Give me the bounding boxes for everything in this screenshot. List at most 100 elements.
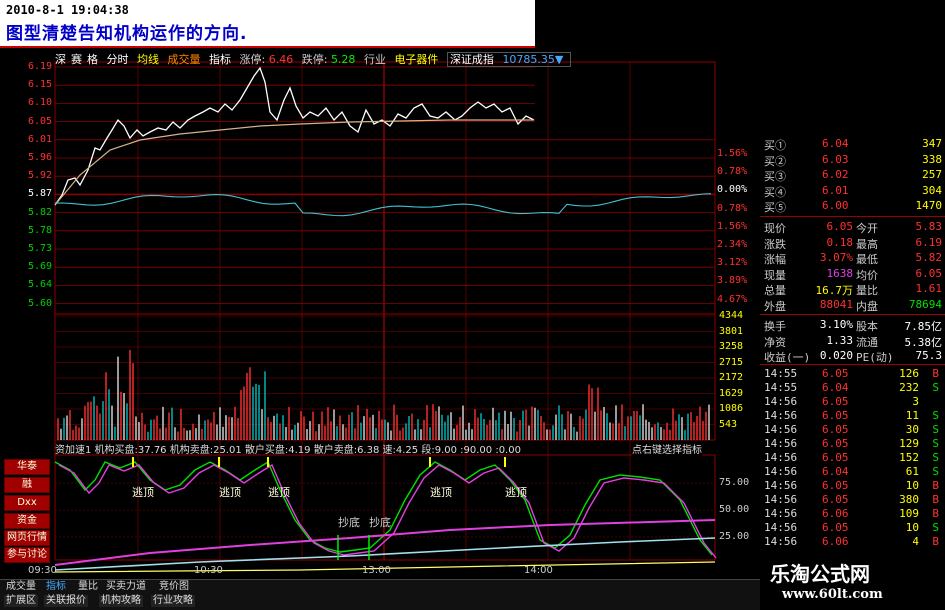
percent-axis-label: 4.67% [717,293,748,305]
stat-key: 收益(一) [764,351,811,364]
tick-volume: 380 [899,493,919,506]
quote-key: 内盘 [856,299,878,313]
indicator-hint[interactable]: 点右键选择指标 [632,441,702,456]
tick-side: S [932,381,939,394]
volume-axis-label: 1629 [719,387,744,399]
quote-key: 涨幅 [764,253,786,266]
tick-row: 14:56 6.05 3 [760,395,945,410]
tick-price: 6.05 [822,367,849,380]
percent-axis-label: 3.89% [717,275,748,287]
tick-row: 14:56 6.05 129 S [760,437,945,452]
tab-institution[interactable]: 机构攻略 [99,595,143,607]
bid-price: 6.02 [822,168,849,181]
stat-key: 换手 [764,320,786,333]
chart-lines [54,66,717,573]
quote-value: 6.05 [826,220,854,233]
quote-value: 5.82 [915,251,943,264]
side-btn-huatai[interactable]: 华泰 [4,459,50,475]
escape-top-label-2: 逃顶 [219,486,241,499]
side-btn-dxx[interactable]: Dxx [4,495,50,511]
tick-row: 14:56 6.05 152 S [760,451,945,466]
tick-time: 14:56 [764,451,798,464]
bid-label: 买③ [764,170,786,183]
side-btn-web-quotes[interactable]: 网页行情 [4,530,50,546]
tick-volume: 232 [899,381,919,394]
bid-row: 买④ 6.01 304 [760,184,945,199]
percent-axis-label: 2.34% [717,239,748,250]
stat-value: 5.38亿 [904,335,943,349]
quote-key: 涨跌 [764,237,786,251]
tick-row: 14:55 6.05 126 B [760,367,945,382]
tick-volume: 11 [905,409,919,422]
stat-value: 0.020 [819,349,853,362]
tick-price: 6.04 [822,381,849,394]
price-line [54,66,535,206]
bid-volume: 1470 [915,199,943,212]
stat-value: 3.10% [819,318,853,331]
header-indicator[interactable]: 指标 [209,53,231,66]
side-btn-funds[interactable]: 资金 [4,513,50,529]
bid-price: 6.00 [822,199,849,212]
tab-extension[interactable]: 扩展区 [4,595,38,607]
tick-row: 14:56 6.05 11 S [760,409,945,424]
stat-key: 净资 [764,335,786,349]
side-btn-discuss[interactable]: 参与讨论 [4,547,50,563]
header-index-name: 深证成指 [449,53,494,66]
bid-row: 买① 6.04 347 [760,137,945,152]
tick-time: 14:56 [764,535,798,548]
time-label-1300: 13:00 [362,565,391,576]
tab-volume-ratio[interactable]: 量比 [76,581,100,593]
stat-key: PE(动) [856,351,894,364]
stat-key: 股本 [856,320,878,333]
header-fenshi[interactable]: 分时 [107,53,129,66]
tick-row: 14:56 6.05 30 S [760,423,945,438]
quote-value: 1638 [826,266,854,280]
bid-volume: 257 [922,168,942,181]
tick-time: 14:56 [764,465,798,478]
header-industry-label: 行业 [363,53,386,66]
tick-volume: 4 [912,535,919,548]
price-axis-label: 5.92 [28,170,53,182]
tick-side: S [932,451,939,464]
tick-side: B [932,479,939,492]
tab-buy-sell-force[interactable]: 买卖力道 [104,581,148,593]
price-axis-label: 5.69 [28,261,53,273]
side-btn-rong[interactable]: 融 [4,477,50,493]
header-volume[interactable]: 成交量 [168,53,201,66]
quote-value: 16.7万 [815,284,854,297]
header-index[interactable]: 深证成指 10785.35▼ [446,52,572,67]
quote-value: 5.83 [915,220,943,233]
volume-axis-label: 2172 [719,372,744,383]
tick-price: 6.05 [822,451,849,464]
header-index-value: 10785.35▼ [502,53,564,66]
tick-time: 14:55 [764,367,798,380]
tab-indicator[interactable]: 指标 [44,581,68,593]
tab-industry[interactable]: 行业攻略 [151,595,195,607]
tick-price: 6.05 [822,521,849,534]
price-axis-label: 5.78 [28,224,53,236]
tab-volume[interactable]: 成交量 [4,581,38,593]
tick-row: 14:56 6.05 10 B [760,479,945,494]
tick-side: B [932,367,939,380]
time-label-1400: 14:00 [524,565,553,576]
bid-volume: 338 [922,152,942,166]
price-axis-label: 5.73 [28,243,53,254]
price-axis-label: 6.05 [28,115,53,127]
header-industry[interactable]: 电子器件 [394,53,438,66]
indicator-axis-label: 25.00 [719,531,750,542]
indicator-axis-label: 75.00 [719,477,750,488]
quote-key: 现量 [764,268,786,282]
tick-row: 14:56 6.06 109 B [760,507,945,522]
bid-volume: 347 [922,137,942,150]
stat-value: 75.3 [915,349,943,362]
bid-label: 买⑤ [764,201,786,214]
tick-volume: 10 [905,521,919,534]
price-axis-label: 5.60 [28,297,53,309]
header-avg[interactable]: 均线 [137,53,159,66]
quote-panel: 买① 6.04 347 买② 6.03 338 买③ 6.02 257 买④ 6.01 304 买⑤ 6.… [760,135,945,550]
tick-volume: 3 [912,395,919,408]
tab-related-quotes[interactable]: 关联报价 [44,595,88,607]
header-limit-up-label: 涨停: [239,53,266,66]
tab-auction[interactable]: 竞价图 [157,581,191,593]
quote-key: 量比 [856,284,878,297]
